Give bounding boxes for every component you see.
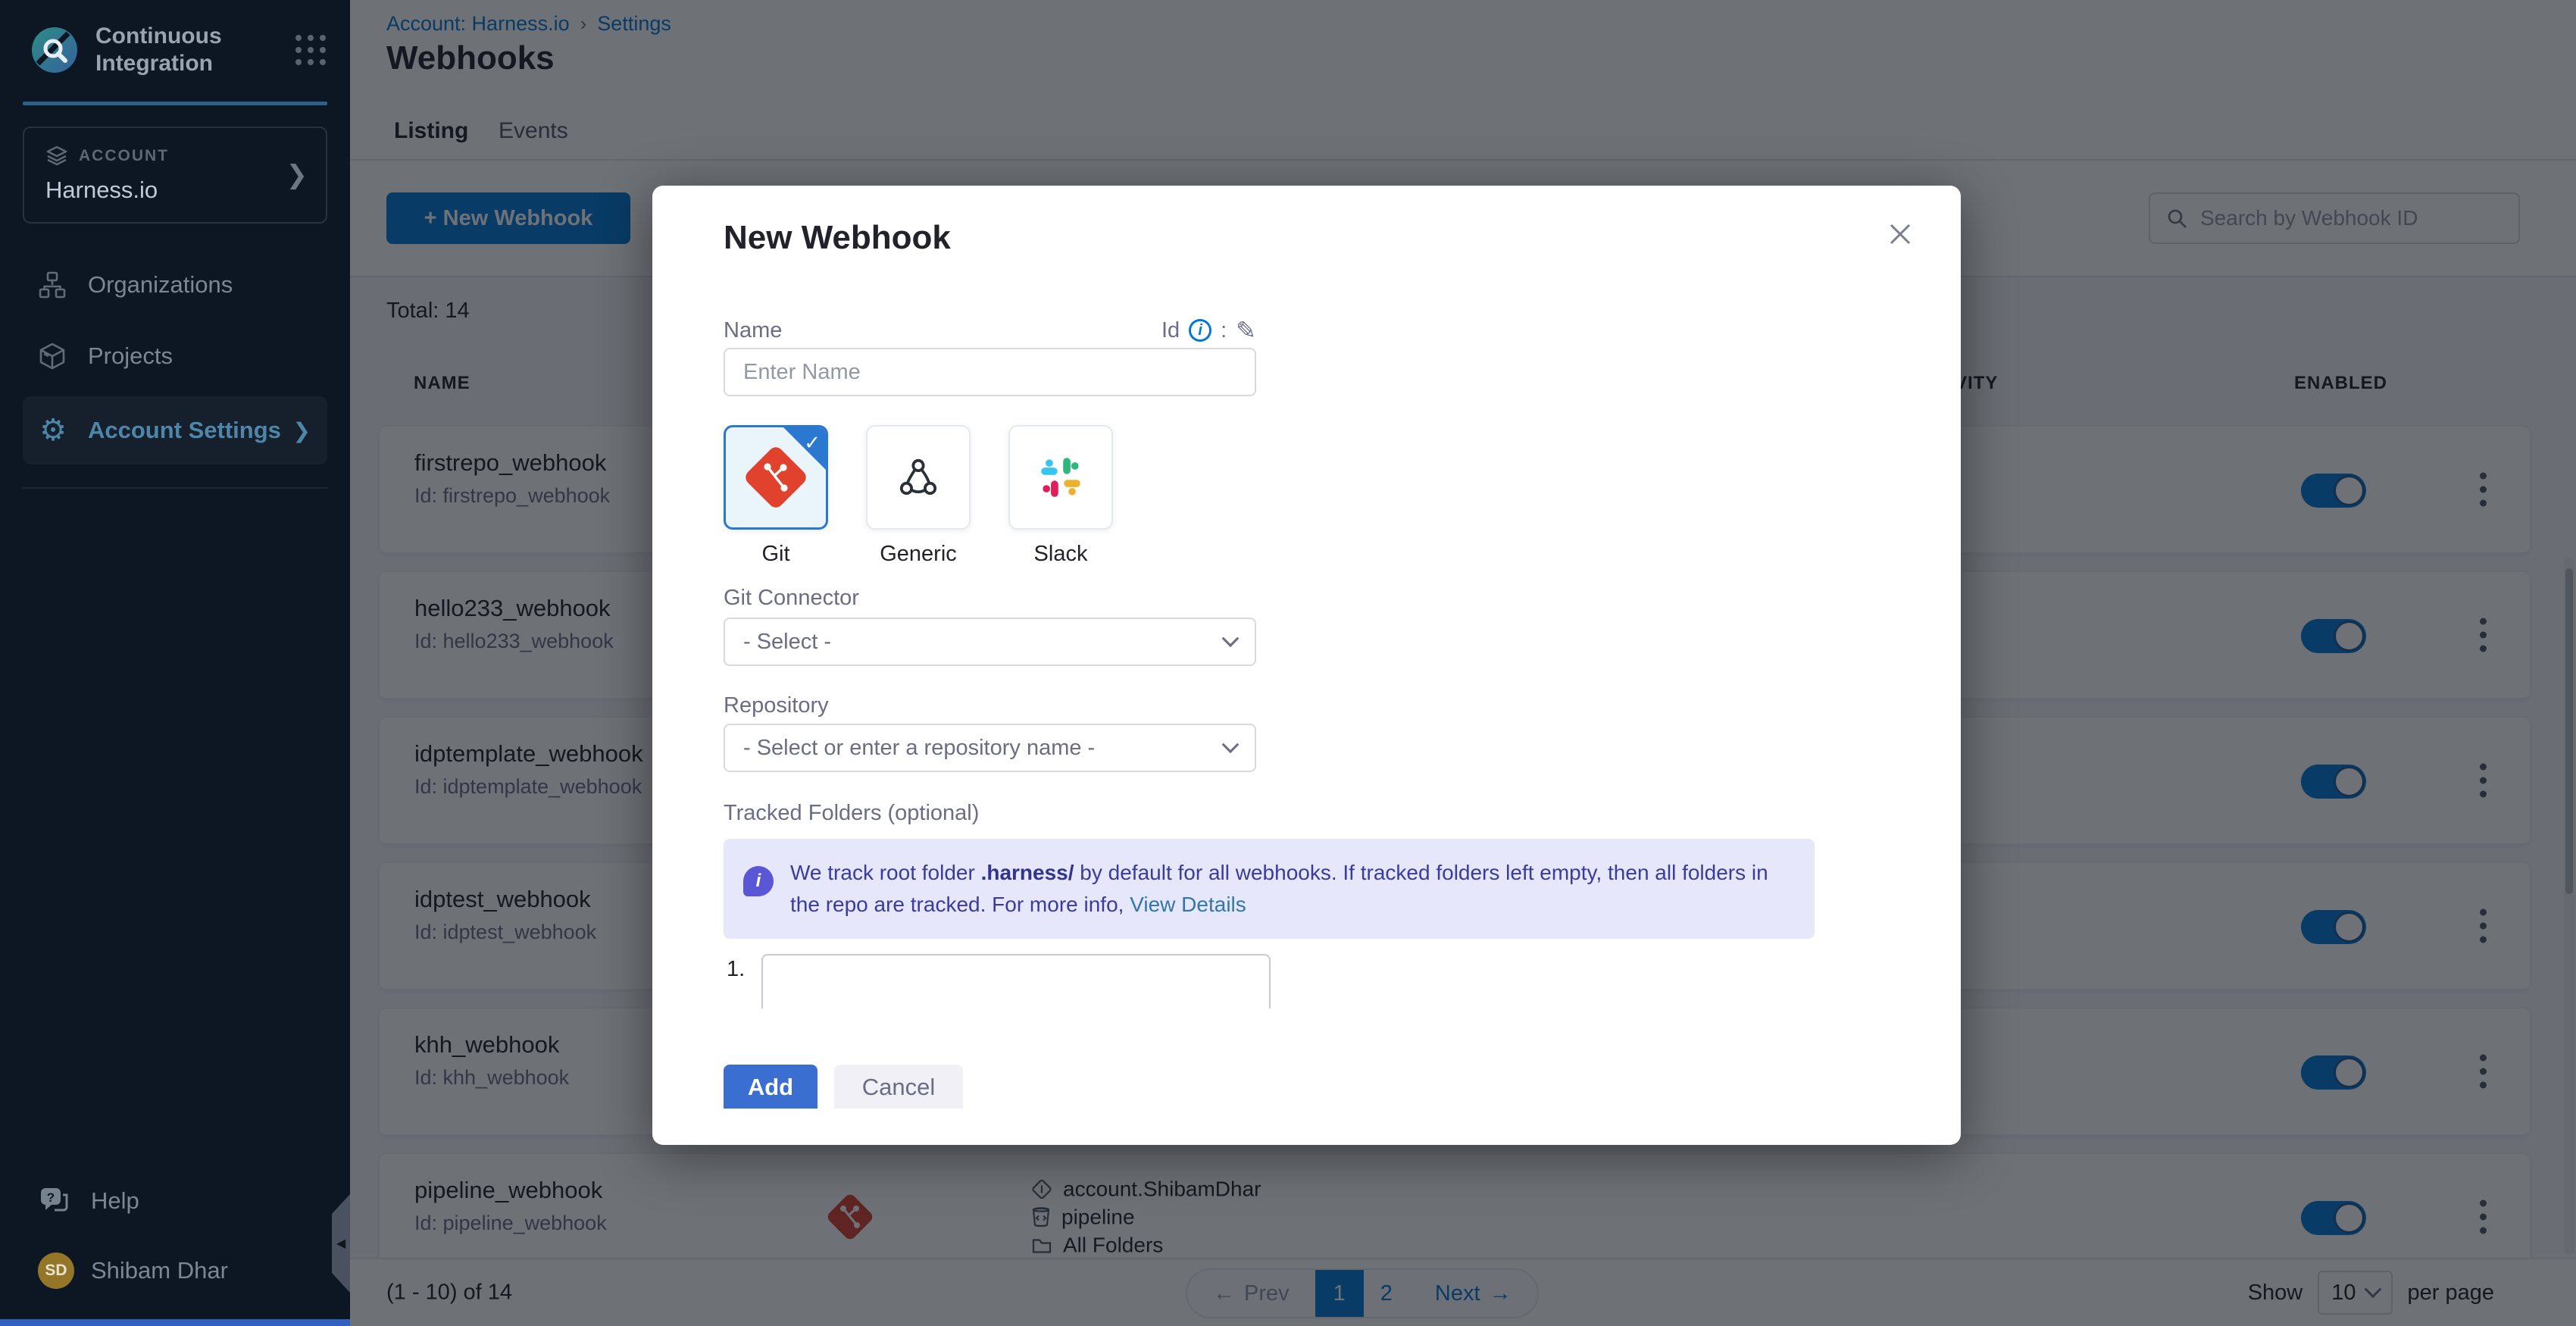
module-title: Continuous Integration bbox=[95, 23, 255, 77]
type-card-git[interactable]: ✓ bbox=[724, 425, 828, 530]
account-name: Harness.io bbox=[45, 177, 308, 204]
avatar: SD bbox=[38, 1253, 74, 1289]
sidebar-item-label: Organizations bbox=[88, 271, 233, 299]
repository-label: Repository bbox=[724, 693, 829, 718]
user-menu[interactable]: SD Shibam Dhar bbox=[0, 1233, 350, 1319]
help-button[interactable]: ? Help bbox=[0, 1169, 350, 1233]
tracked-folders-info-banner: i We track root folder .harness/ by defa… bbox=[724, 839, 1815, 939]
git-connector-select[interactable]: - Select - bbox=[724, 618, 1256, 666]
dialog-title: New Webhook bbox=[724, 219, 951, 257]
sidebar: Continuous Integration ACCOUNT Harness.i… bbox=[0, 0, 350, 1326]
sidebar-item-label: Projects bbox=[88, 342, 173, 370]
info-text: We track root folder bbox=[790, 861, 981, 884]
type-label-git: Git bbox=[724, 542, 828, 567]
sidebar-bottom-accent bbox=[0, 1319, 350, 1326]
webhook-name-input[interactable] bbox=[724, 348, 1256, 396]
cancel-button[interactable]: Cancel bbox=[834, 1065, 963, 1109]
chevron-right-icon: ❯ bbox=[293, 418, 311, 443]
type-label-slack: Slack bbox=[1008, 542, 1113, 567]
tracked-folder-input[interactable] bbox=[761, 954, 1271, 1009]
view-details-link[interactable]: View Details bbox=[1130, 893, 1246, 916]
cube-icon bbox=[38, 342, 68, 371]
account-selector[interactable]: ACCOUNT Harness.io ❯ bbox=[23, 127, 327, 224]
id-separator: : bbox=[1221, 318, 1227, 343]
chevron-down-icon bbox=[1222, 736, 1240, 753]
help-chat-icon: ? bbox=[38, 1184, 71, 1218]
svg-text:?: ? bbox=[47, 1190, 55, 1205]
sidebar-item-organizations[interactable]: Organizations bbox=[23, 254, 327, 316]
id-label: Id bbox=[1161, 318, 1180, 343]
user-name: Shibam Dhar bbox=[91, 1257, 228, 1284]
info-icon[interactable]: i bbox=[1189, 319, 1211, 342]
sidebar-item-account-settings[interactable]: ⚙ Account Settings ❯ bbox=[23, 396, 327, 464]
gear-icon: ⚙ bbox=[38, 413, 68, 448]
check-icon: ✓ bbox=[804, 431, 821, 455]
module-grid-icon[interactable] bbox=[292, 32, 329, 68]
chevron-right-icon: ❯ bbox=[286, 160, 308, 190]
edit-id-icon[interactable]: ✎ bbox=[1236, 316, 1256, 345]
type-card-generic[interactable] bbox=[866, 425, 971, 530]
sidebar-item-label: Account Settings bbox=[88, 417, 281, 444]
git-connector-label: Git Connector bbox=[724, 586, 859, 611]
add-button[interactable]: Add bbox=[724, 1065, 818, 1109]
chevron-down-icon bbox=[1222, 630, 1240, 647]
ci-module-logo bbox=[30, 26, 79, 74]
name-label: Name bbox=[724, 318, 782, 343]
git-connector-value: - Select - bbox=[743, 630, 831, 655]
webhook-type-cards: ✓ bbox=[724, 425, 1113, 530]
sidebar-divider bbox=[23, 487, 327, 489]
layers-icon bbox=[45, 145, 68, 167]
git-logo-icon bbox=[742, 444, 809, 511]
dialog-actions: Add Cancel bbox=[724, 1065, 963, 1109]
account-label: ACCOUNT bbox=[79, 147, 169, 165]
collapse-icon: ◀ bbox=[336, 1236, 345, 1251]
help-label: Help bbox=[91, 1187, 139, 1215]
webhook-generic-icon bbox=[896, 455, 941, 500]
type-label-generic: Generic bbox=[866, 542, 971, 567]
slack-logo-icon bbox=[1039, 455, 1083, 499]
sidebar-item-projects[interactable]: Projects bbox=[23, 325, 327, 387]
repository-select[interactable]: - Select or enter a repository name - bbox=[724, 724, 1256, 772]
folder-row-index: 1. bbox=[727, 957, 745, 982]
repository-value: - Select or enter a repository name - bbox=[743, 736, 1095, 761]
close-icon[interactable] bbox=[1884, 217, 1917, 251]
info-bold-text: .harness/ bbox=[981, 861, 1074, 884]
new-webhook-dialog: New Webhook Name Id i : ✎ ✓ bbox=[652, 186, 1961, 1145]
tracked-folders-label: Tracked Folders (optional) bbox=[724, 801, 979, 826]
info-bubble-icon: i bbox=[743, 866, 774, 896]
type-card-slack[interactable] bbox=[1008, 425, 1113, 530]
sidebar-accent-divider bbox=[23, 102, 327, 105]
org-chart-icon bbox=[38, 271, 68, 299]
